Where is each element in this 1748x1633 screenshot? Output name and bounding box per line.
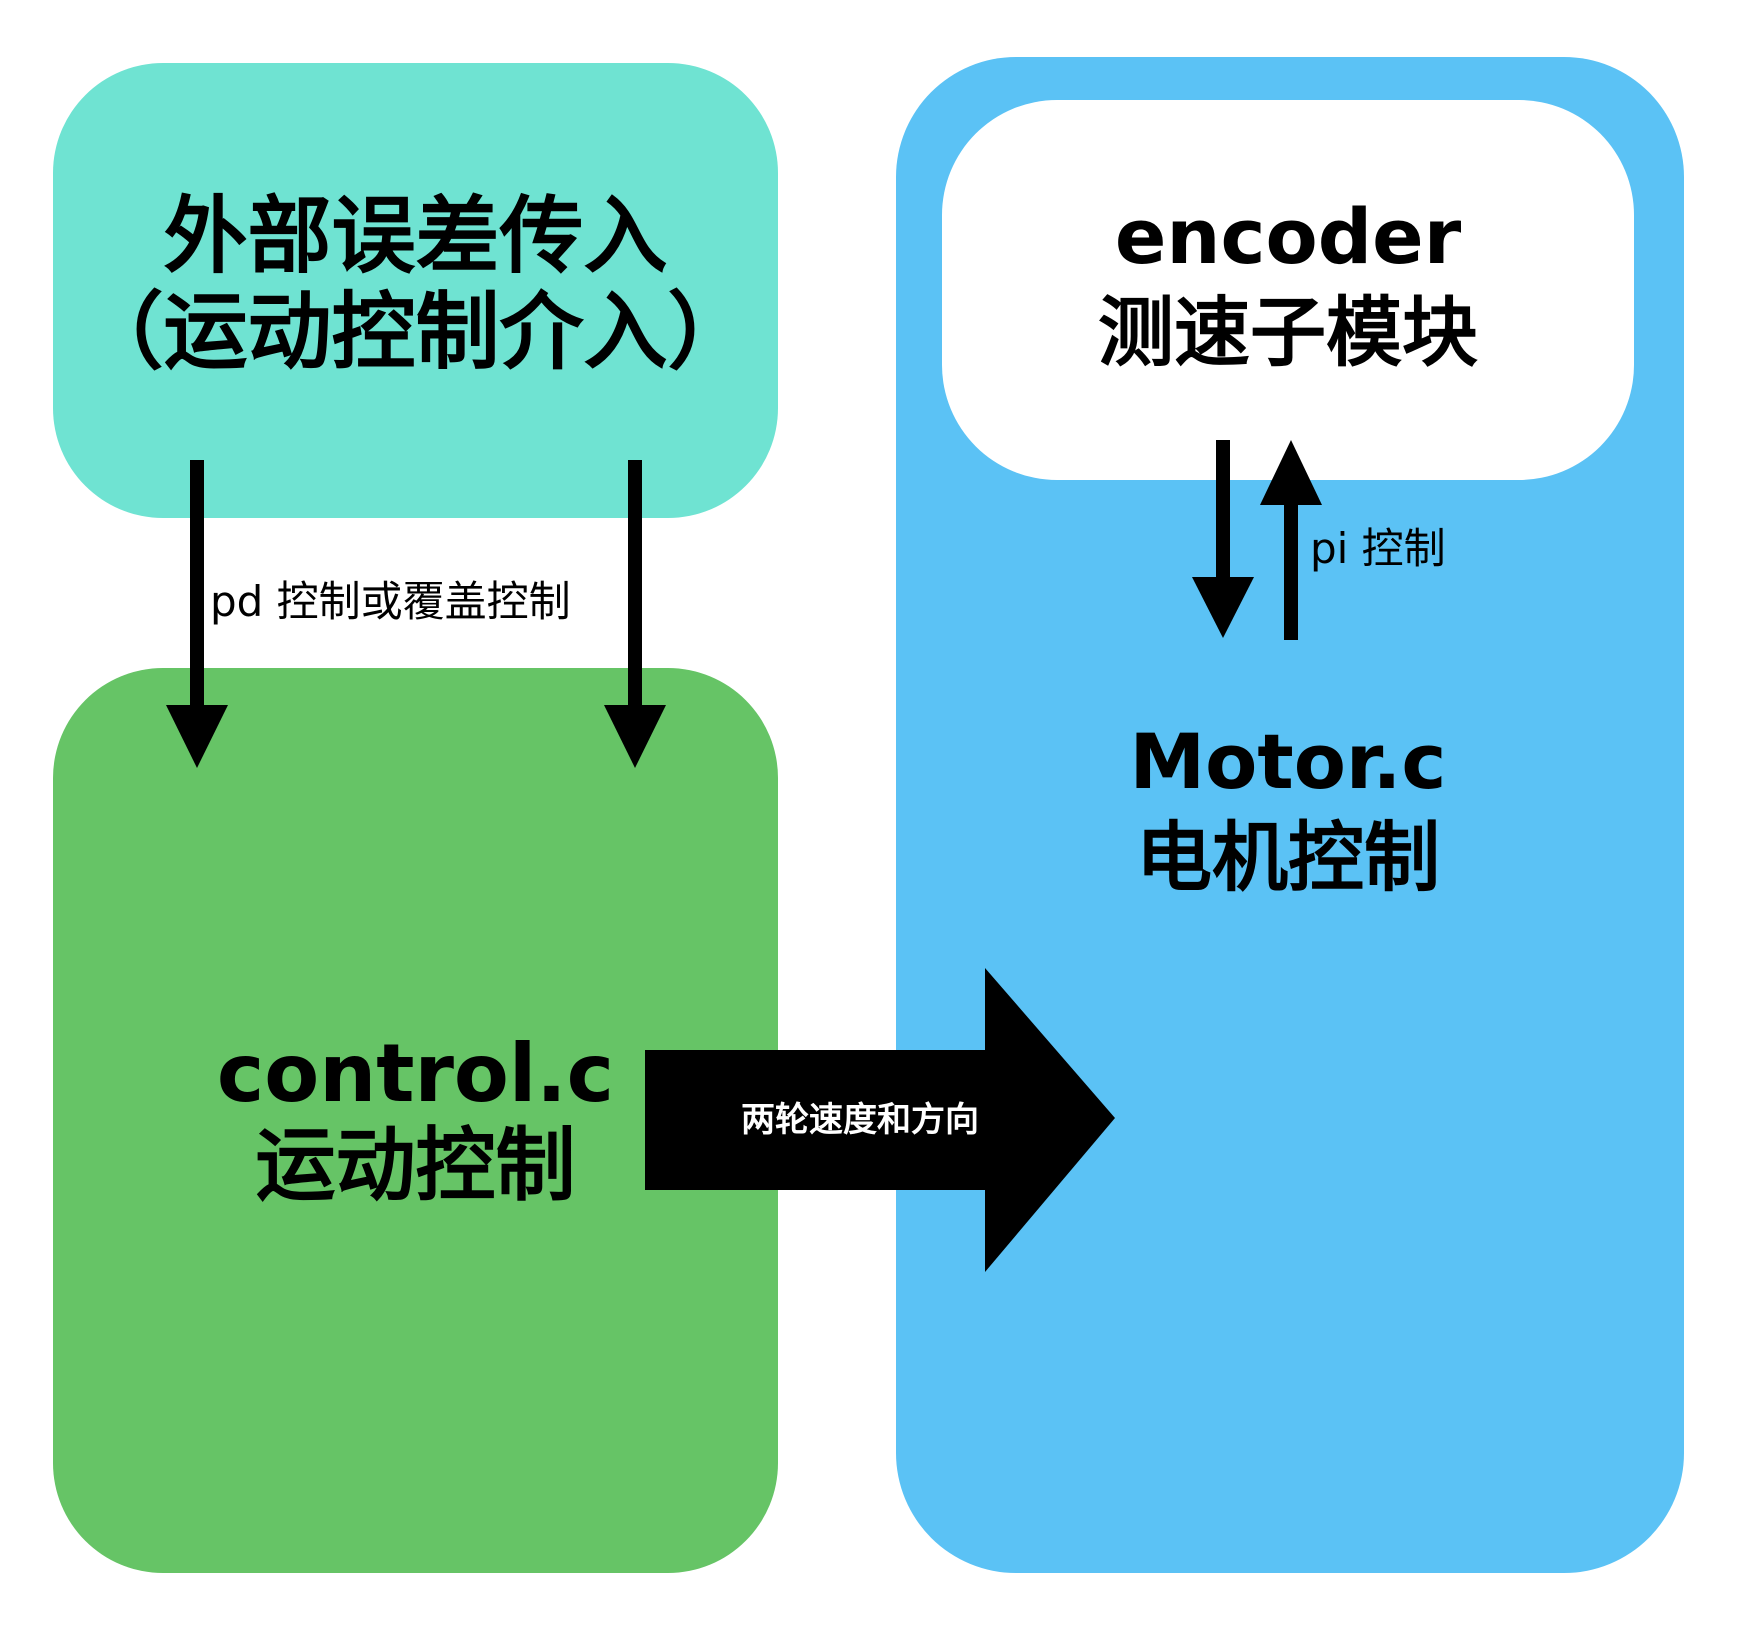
external-error-title: 外部误差传入 [163, 187, 668, 285]
pd-control-label: pd 控制或覆盖控制 [210, 577, 571, 626]
motor-description: 电机控制 [1136, 813, 1440, 902]
control-file-name: control.c [216, 1027, 615, 1120]
control-label: control.c 运动控制 [53, 1030, 778, 1214]
external-error-subtitle: （运动控制介入） [79, 283, 752, 381]
encoder-name: encoder [1114, 192, 1462, 281]
encoder-description: 测速子模块 [1098, 288, 1478, 377]
pi-control-label: pi 控制 [1310, 524, 1446, 573]
control-description: 运动控制 [255, 1119, 576, 1212]
motor-file-name: Motor.c [1129, 717, 1447, 806]
external-error-label: 外部误差传入 （运动控制介入） [53, 190, 778, 382]
speed-direction-label: 两轮速度和方向 [741, 1100, 979, 1140]
motor-label: Motor.c 电机控制 [942, 720, 1634, 912]
encoder-label: encoder 测速子模块 [942, 195, 1634, 387]
encoder-to-motor-arrow [1192, 440, 1254, 638]
pd-arrow-right [604, 460, 666, 768]
